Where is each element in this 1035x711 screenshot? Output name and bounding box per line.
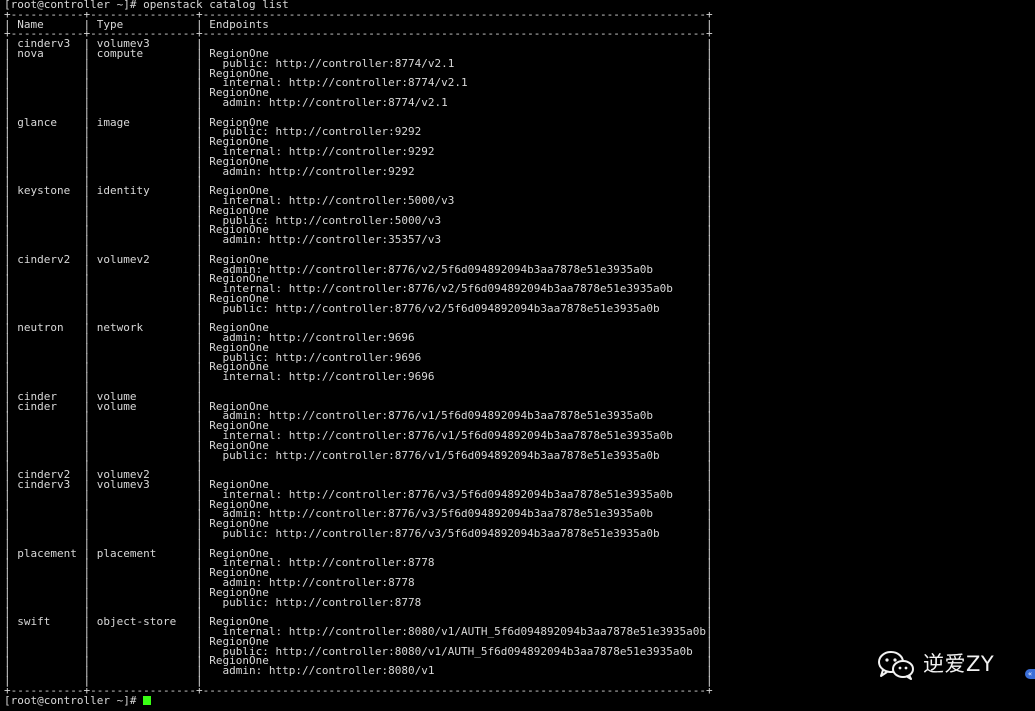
terminal-window[interactable]: [root@controller ~]# openstack catalog l… bbox=[0, 0, 1035, 711]
command-prompt-line[interactable]: [root@controller ~]# bbox=[4, 693, 713, 707]
wechat-icon bbox=[877, 650, 915, 680]
watermark-text: 逆爱ZY bbox=[923, 652, 995, 677]
terminal-output: [root@controller ~]# openstack catalog l… bbox=[4, 0, 713, 707]
text-cursor bbox=[143, 695, 152, 705]
scroll-to-bottom-handle[interactable]: « bbox=[1025, 669, 1035, 679]
shell-prompt: [root@controller ~]# bbox=[4, 693, 144, 707]
watermark: 逆爱ZY bbox=[877, 648, 994, 682]
